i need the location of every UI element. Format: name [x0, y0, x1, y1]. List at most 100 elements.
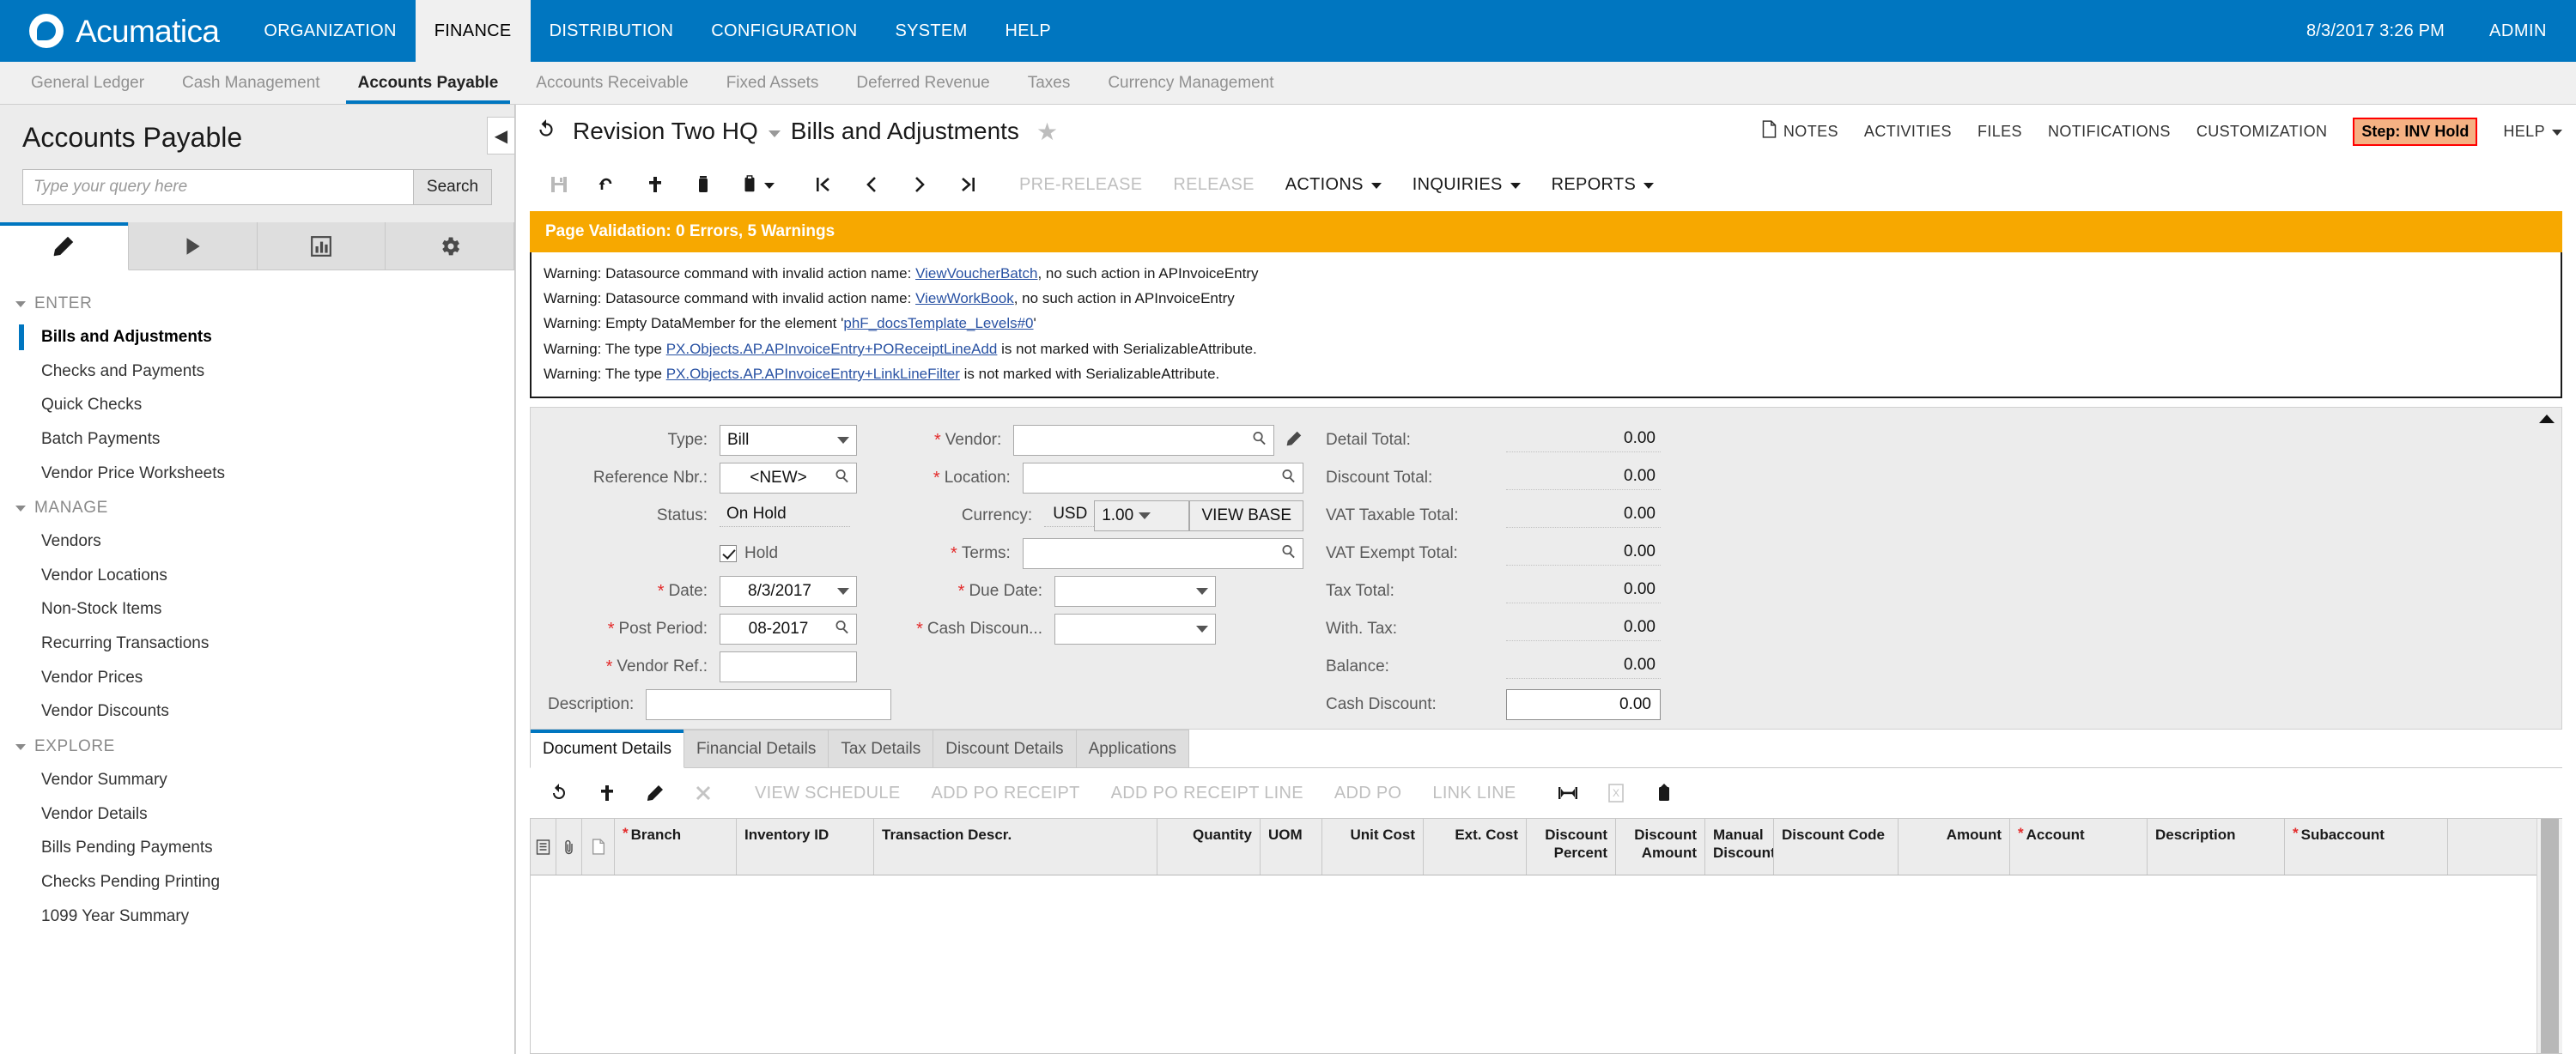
search-icon[interactable] [1281, 544, 1296, 564]
tab-tax-details[interactable]: Tax Details [828, 730, 934, 768]
breadcrumb-company[interactable]: Revision Two HQ [573, 118, 758, 145]
view-base-button[interactable]: VIEW BASE [1189, 500, 1303, 532]
topnav-help[interactable]: HELP [987, 0, 1070, 62]
sidebar-group-enter[interactable]: ENTER [0, 286, 514, 320]
search-icon[interactable] [1252, 431, 1267, 451]
search-icon[interactable] [835, 469, 849, 488]
scrollbar-thumb[interactable] [2541, 819, 2559, 1053]
subnav-accounts-receivable[interactable]: Accounts Receivable [517, 62, 707, 104]
sidebar-tab-process[interactable] [128, 222, 258, 270]
warning-link[interactable]: phF_docsTemplate_Levels#0 [843, 315, 1033, 331]
grid-col-inventory-id[interactable]: Inventory ID [737, 819, 874, 875]
location-input[interactable] [1022, 463, 1303, 494]
sidebar-item-vendor-locations[interactable]: Vendor Locations [0, 559, 514, 593]
sidebar-item-recurring-transactions[interactable]: Recurring Transactions [0, 627, 514, 661]
inquiries-menu-button[interactable]: INQUIRIES [1397, 175, 1536, 195]
upload-icon[interactable] [1640, 773, 1688, 813]
grid-col-attachment-icon[interactable] [556, 819, 582, 875]
grid-col-notes-icon[interactable] [531, 819, 556, 875]
cash-discount-input[interactable]: 0.00 [1506, 689, 1661, 721]
undo-icon[interactable] [583, 165, 631, 204]
subnav-accounts-payable[interactable]: Accounts Payable [339, 62, 518, 104]
grid-vertical-scrollbar[interactable] [2537, 819, 2562, 1053]
warning-link[interactable]: ViewWorkBook [915, 290, 1014, 306]
calendar-dropdown-icon[interactable] [1196, 626, 1208, 633]
tab-applications[interactable]: Applications [1075, 730, 1190, 768]
warning-link[interactable]: PX.Objects.AP.APInvoiceEntry+POReceiptLi… [666, 341, 998, 357]
activities-button[interactable]: ACTIVITIES [1864, 123, 1952, 141]
calendar-dropdown-icon[interactable] [837, 588, 849, 596]
grid-col-amount[interactable]: Amount [1899, 819, 2010, 875]
export-excel-icon[interactable]: X [1592, 773, 1640, 813]
search-icon[interactable] [1281, 469, 1296, 488]
warning-link[interactable]: ViewVoucherBatch [915, 265, 1037, 282]
post-period-input[interactable]: 08-2017 [720, 614, 857, 645]
currency-rate-select[interactable]: 1.00 [1094, 500, 1190, 532]
grid-col-description[interactable]: Description [2148, 819, 2285, 875]
sidebar-item-1099-year-summary[interactable]: 1099 Year Summary [0, 900, 514, 934]
sidebar-group-explore[interactable]: EXPLORE [0, 729, 514, 763]
warning-link[interactable]: PX.Objects.AP.APInvoiceEntry+LinkLineFil… [666, 366, 960, 382]
sidebar-item-vendor-price-worksheets[interactable]: Vendor Price Worksheets [0, 457, 514, 491]
sidebar-item-vendor-summary[interactable]: Vendor Summary [0, 763, 514, 797]
grid-col-manual-discount[interactable]: Manual Discount [1705, 819, 1774, 875]
reference-nbr-input[interactable]: <NEW> [720, 463, 857, 494]
sidebar-collapse-button[interactable]: ◀ [487, 117, 514, 154]
pre-release-button[interactable]: PRE-RELEASE [1004, 175, 1157, 195]
release-button[interactable]: RELEASE [1157, 175, 1269, 195]
sidebar-group-manage[interactable]: MANAGE [0, 490, 514, 524]
grid-col-branch[interactable]: * Branch [615, 819, 737, 875]
grid-col-discount-percent[interactable]: Discount Percent [1527, 819, 1616, 875]
terms-input[interactable] [1022, 538, 1303, 570]
favorite-star-icon[interactable]: ★ [1036, 118, 1058, 146]
subnav-general-ledger[interactable]: General Ledger [12, 62, 163, 104]
refresh-icon[interactable] [535, 773, 583, 813]
description-input[interactable] [646, 689, 891, 721]
link-line-button[interactable]: LINK LINE [1417, 784, 1531, 803]
tab-financial-details[interactable]: Financial Details [683, 730, 829, 768]
grid-col-uom[interactable]: UOM [1261, 819, 1322, 875]
add-po-button[interactable]: ADD PO [1319, 784, 1417, 803]
refresh-icon[interactable] [535, 118, 557, 145]
delete-row-icon[interactable] [679, 773, 727, 813]
topnav-configuration[interactable]: CONFIGURATION [692, 0, 876, 62]
search-button[interactable]: Search [413, 169, 492, 205]
collapse-form-icon[interactable] [2539, 415, 2555, 424]
topnav-finance[interactable]: FINANCE [415, 0, 531, 62]
last-record-icon[interactable] [944, 165, 992, 204]
subnav-cash-management[interactable]: Cash Management [163, 62, 339, 104]
tab-document-details[interactable]: Document Details [530, 730, 684, 769]
vendor-input[interactable] [1013, 425, 1274, 457]
acumatica-logo[interactable]: Acumatica [0, 0, 245, 62]
grid-col-unit-cost[interactable]: Unit Cost [1322, 819, 1424, 875]
calendar-dropdown-icon[interactable] [1196, 588, 1208, 596]
sidebar-item-vendor-prices[interactable]: Vendor Prices [0, 661, 514, 695]
type-select[interactable]: Bill [720, 425, 857, 457]
sidebar-item-bills-pending-payments[interactable]: Bills Pending Payments [0, 831, 514, 865]
search-icon[interactable] [835, 620, 849, 639]
sidebar-item-vendor-details[interactable]: Vendor Details [0, 797, 514, 832]
topnav-system[interactable]: SYSTEM [877, 0, 987, 62]
sidebar-item-vendors[interactable]: Vendors [0, 524, 514, 559]
grid-col-file-icon[interactable] [582, 819, 615, 875]
sidebar-item-quick-checks[interactable]: Quick Checks [0, 388, 514, 422]
sidebar-item-checks-and-payments[interactable]: Checks and Payments [0, 354, 514, 389]
grid-col-quantity[interactable]: Quantity [1157, 819, 1261, 875]
add-po-receipt-line-button[interactable]: ADD PO RECEIPT LINE [1096, 784, 1319, 803]
save-icon[interactable] [535, 165, 583, 204]
add-icon[interactable] [631, 165, 679, 204]
sidebar-item-batch-payments[interactable]: Batch Payments [0, 422, 514, 457]
current-user[interactable]: ADMIN [2489, 21, 2547, 41]
add-row-icon[interactable] [583, 773, 631, 813]
vendor-ref-input[interactable] [720, 651, 857, 683]
topnav-organization[interactable]: ORGANIZATION [245, 0, 415, 62]
grid-col-discount-code[interactable]: Discount Code [1774, 819, 1899, 875]
hold-checkbox-group[interactable]: Hold [720, 544, 778, 563]
fit-columns-icon[interactable] [1544, 773, 1592, 813]
actions-menu-button[interactable]: ACTIONS [1270, 175, 1397, 195]
add-po-receipt-button[interactable]: ADD PO RECEIPT [916, 784, 1096, 803]
subnav-taxes[interactable]: Taxes [1009, 62, 1090, 104]
clipboard-icon[interactable] [727, 165, 787, 204]
tab-discount-details[interactable]: Discount Details [933, 730, 1077, 768]
subnav-currency-management[interactable]: Currency Management [1089, 62, 1292, 104]
